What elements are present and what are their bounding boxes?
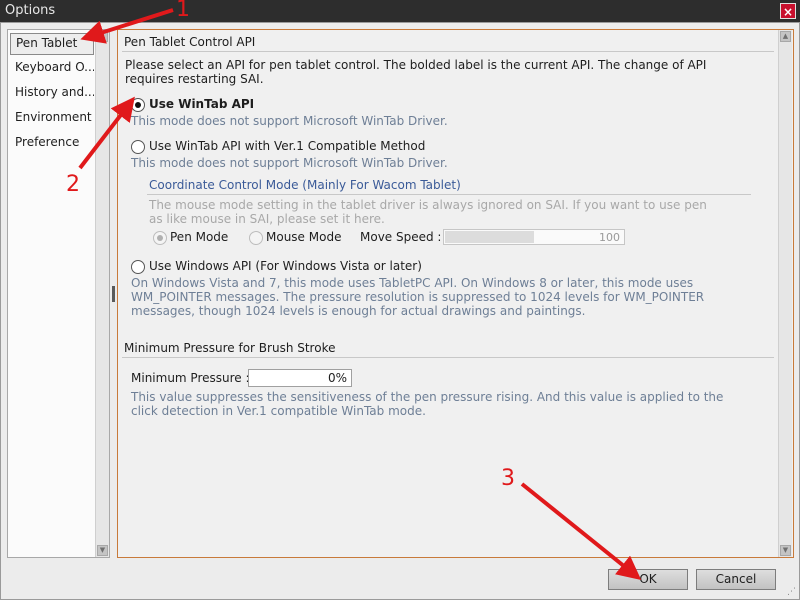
nav-item-pen-tablet[interactable]: Pen Tablet (10, 33, 94, 55)
scroll-up-icon[interactable]: ▲ (780, 31, 791, 42)
section-header-pressure: Minimum Pressure for Brush Stroke (124, 341, 336, 355)
nav-item-history[interactable]: History and... (10, 83, 94, 105)
nav-scrollbar[interactable]: ▲ ▼ (95, 30, 109, 557)
min-pressure-input[interactable]: 0% (248, 369, 352, 387)
coord-mode-desc: The mouse mode setting in the tablet dri… (149, 198, 707, 226)
api-intro-text: Please select an API for pen tablet cont… (125, 58, 707, 86)
section-header-api: Pen Tablet Control API (124, 35, 256, 49)
annotation-number-2: 2 (66, 172, 80, 197)
settings-panel: Pen Tablet Control API Please select an … (117, 29, 794, 558)
radio-wintab[interactable] (131, 98, 145, 112)
content-scrollbar[interactable]: ▲ ▼ (778, 30, 792, 557)
radio-mouse-mode[interactable] (249, 231, 263, 245)
label-wintab-v1[interactable]: Use WinTab API with Ver.1 Compatible Met… (149, 139, 425, 153)
title-bar: Options × (0, 0, 800, 22)
scroll-down-icon[interactable]: ▼ (780, 545, 791, 556)
label-wintab[interactable]: Use WinTab API (149, 97, 254, 111)
pressure-divider (122, 357, 774, 358)
cancel-button[interactable]: Cancel (696, 569, 776, 590)
desc-windows-api: On Windows Vista and 7, this mode uses T… (131, 276, 705, 318)
annotation-number-1: 1 (176, 0, 190, 22)
coord-mode-header: Coordinate Control Mode (Mainly For Waco… (149, 178, 461, 192)
label-pen-mode[interactable]: Pen Mode (170, 230, 228, 244)
dialog-body: Pen Tablet Keyboard O... History and... … (0, 22, 800, 600)
move-speed-slider[interactable]: 100 (443, 229, 625, 245)
scroll-down-icon[interactable]: ▼ (97, 545, 108, 556)
coord-mode-divider (147, 194, 751, 195)
move-speed-value: 100 (599, 231, 620, 244)
radio-windows-api[interactable] (131, 260, 145, 274)
window-title: Options (5, 3, 56, 18)
pane-splitter[interactable] (112, 286, 115, 302)
category-list: Pen Tablet Keyboard O... History and... … (7, 29, 110, 558)
min-pressure-desc: This value suppresses the sensitiveness … (131, 390, 724, 418)
desc-wintab: This mode does not support Microsoft Win… (131, 114, 448, 128)
desc-wintab-v1: This mode does not support Microsoft Win… (131, 156, 448, 170)
radio-wintab-v1[interactable] (131, 140, 145, 154)
ok-button[interactable]: OK (608, 569, 688, 590)
scroll-up-icon[interactable]: ▲ (97, 31, 108, 42)
label-mouse-mode[interactable]: Mouse Mode (266, 230, 341, 244)
section-divider (122, 51, 774, 52)
nav-item-keyboard[interactable]: Keyboard O... (10, 58, 94, 80)
nav-item-preference[interactable]: Preference (10, 133, 94, 155)
move-speed-fill (445, 231, 534, 243)
label-windows-api[interactable]: Use Windows API (For Windows Vista or la… (149, 259, 422, 273)
resize-grip-icon[interactable]: ⋰ (787, 587, 797, 597)
radio-pen-mode[interactable] (153, 231, 167, 245)
close-button[interactable]: × (780, 3, 796, 19)
min-pressure-label: Minimum Pressure : (131, 371, 250, 385)
nav-item-environment[interactable]: Environment (10, 108, 94, 130)
annotation-number-3: 3 (501, 466, 515, 491)
move-speed-label: Move Speed : (360, 230, 442, 244)
